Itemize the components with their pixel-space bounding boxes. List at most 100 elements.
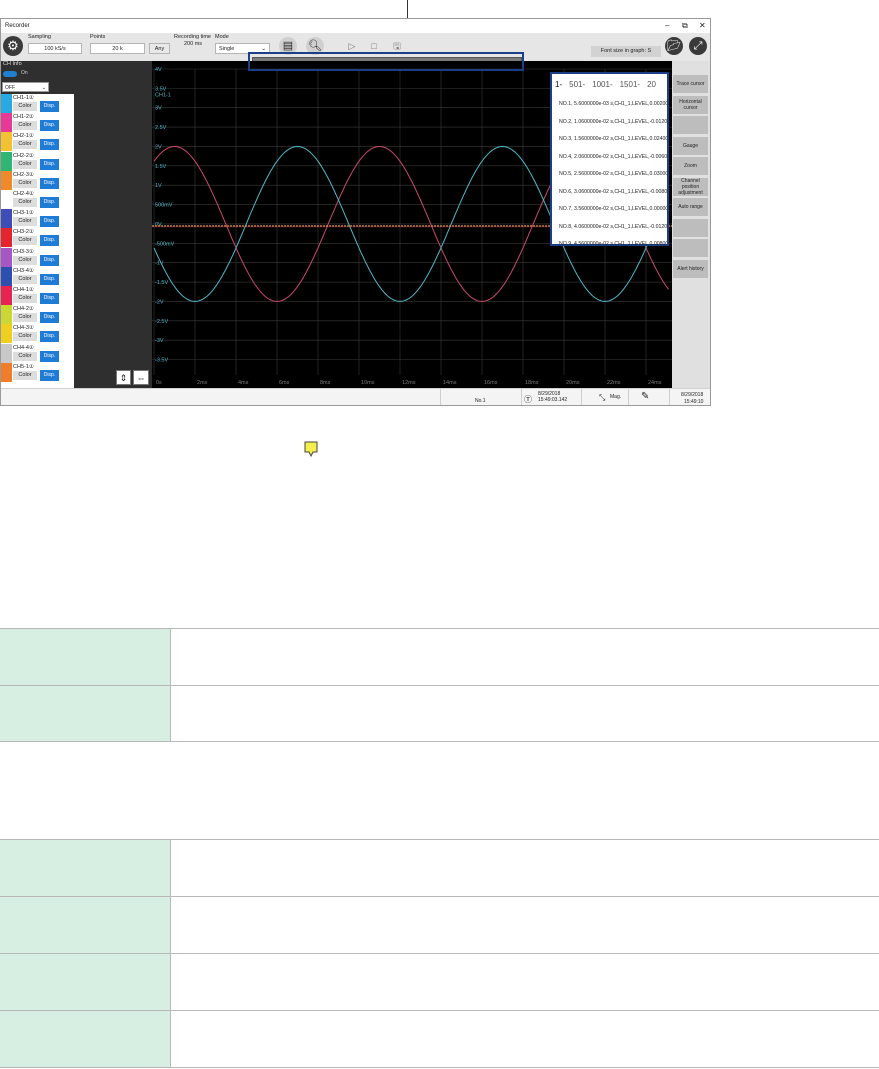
channel-color-button[interactable]: Color (13, 102, 37, 111)
panel-button-empty[interactable] (673, 116, 708, 134)
channel-row: CH3-2① Color Disp. (1, 228, 74, 248)
channel-color-button[interactable]: Color (13, 198, 37, 207)
panel-button-auto-range[interactable]: Auto range (673, 198, 708, 216)
points-label: Points (90, 34, 106, 40)
channel-name: CH2-2① (13, 152, 34, 159)
channel-display-button[interactable]: Disp. (40, 273, 59, 285)
cursor-row[interactable]: NO.3, 1.5600000e-02 s,CH1_1,LEVEL,0.0240… (559, 136, 667, 142)
description-table-1 (0, 628, 879, 742)
panel-button-alert-history[interactable]: Alert history (673, 259, 708, 278)
mode-select-value: Single (219, 46, 235, 52)
settings-gear-icon[interactable]: ⚙ (3, 36, 23, 56)
cursor-page-tab[interactable]: 501- (569, 80, 585, 89)
y-tick-label: -2V (155, 299, 164, 305)
sampling-field[interactable]: 100 kS/s (28, 43, 82, 54)
channel-color-button[interactable]: Color (13, 140, 37, 150)
cursor-row[interactable]: NO.7, 3.5600000e-02 s,CH1_1,LEVEL,0.0000… (559, 206, 667, 212)
channel-filter-select[interactable]: OFF ⌄ (2, 82, 49, 92)
channel-display-button[interactable]: Disp. (40, 158, 59, 170)
cursor-row[interactable]: NO.8, 4.0600000e-02 s,CH1_1,LEVEL,-0.012… (559, 224, 667, 230)
channel-color-swatch (1, 247, 12, 267)
channel-name: CH4-2① (13, 306, 34, 313)
channel-color-swatch (1, 132, 12, 152)
chevron-down-icon: ⌄ (41, 85, 46, 91)
channel-display-button[interactable]: Disp. (40, 101, 59, 112)
cursor-page-tab[interactable]: 1501- (620, 80, 640, 89)
channel-display-button[interactable]: Disp. (40, 331, 59, 343)
y-tick-label: -500mV (155, 241, 175, 247)
horizontal-zoom-arrow-icon[interactable]: ⇔ (133, 370, 149, 385)
trace-cursor-list: 1- 501- 1001- 1501- 20 NO.1, 5.6000000e-03 s… (550, 72, 669, 247)
magnification-label: Mag. (610, 394, 622, 400)
cursor-row[interactable]: NO.9, 4.5600000e-02 s,CH1_1,LEVEL,0.0080… (559, 241, 667, 247)
channel-name: CH1-2① (13, 114, 34, 121)
channel-display-button[interactable]: Disp. (40, 369, 59, 381)
restore-button[interactable]: ⧉ (682, 19, 688, 33)
cursor-row[interactable]: NO.4, 2.0600000e-02 s,CH1_1,LEVEL,-0.006… (559, 154, 667, 160)
channel-name: CH5-1① (13, 363, 34, 370)
channel-color-button[interactable]: Color (13, 313, 37, 323)
channel-display-button[interactable]: Disp. (40, 350, 59, 362)
channel-color-button[interactable]: Color (13, 178, 37, 188)
minimize-button[interactable]: – (665, 19, 669, 33)
panel-button-horizontal-cursor[interactable]: Horizontal cursor (673, 95, 708, 114)
channel-display-button[interactable]: Disp. (40, 197, 59, 208)
channel-color-button[interactable]: Color (13, 255, 37, 265)
channel-display-button[interactable]: Disp. (40, 177, 59, 189)
channel-row: CH3-3① Color Disp. (1, 247, 74, 267)
channel-display-button[interactable]: Disp. (40, 120, 59, 132)
vertical-zoom-arrow-icon[interactable]: ⇕ (116, 370, 131, 385)
x-tick-label: 4ms (238, 380, 249, 386)
channel-color-button[interactable]: Color (13, 121, 37, 131)
panel-button-empty[interactable] (673, 218, 708, 237)
channel-color-button[interactable]: Color (13, 274, 37, 284)
cursor-row[interactable]: NO.6, 3.0600000e-02 s,CH1_1,LEVEL,-0.008… (559, 189, 667, 195)
cursor-row[interactable]: NO.1, 5.6000000e-03 s,CH1_1,LEVEL,0.0020… (559, 101, 667, 107)
panel-button-empty[interactable] (673, 239, 708, 257)
ch-info-title: CH Info (3, 61, 22, 67)
channel-display-button[interactable]: Disp. (40, 139, 59, 151)
channel-color-button[interactable]: Color (13, 332, 37, 342)
channel-color-button[interactable]: Color (13, 351, 37, 361)
cursor-row[interactable]: NO.2, 1.0600000e-02 s,CH1_1,LEVEL,-0.012… (559, 119, 667, 125)
table-row (0, 897, 879, 954)
channel-display-button[interactable]: Disp. (40, 293, 59, 304)
channel-color-swatch (1, 170, 12, 190)
cursor-page-tab[interactable]: 1001- (592, 80, 612, 89)
magnification-icon[interactable]: ⤡ (599, 393, 605, 403)
usb-storage-icon: ✎ (641, 391, 650, 402)
note-icon (304, 441, 318, 457)
panel-button-channel-position-adjustment[interactable]: Channel position adjustment (673, 177, 708, 196)
channel-color-button[interactable]: Color (13, 236, 37, 246)
channel-display-button[interactable]: Disp. (40, 216, 59, 228)
channel-color-button[interactable]: Color (13, 217, 37, 227)
x-tick-label: 14ms (443, 380, 457, 386)
channel-display-button[interactable]: Disp. (40, 312, 59, 324)
font-size-selector[interactable]: Font size in graph: S (591, 46, 661, 57)
panel-button-zoom[interactable]: Zoom (673, 157, 708, 175)
channel-display-button[interactable]: Disp. (40, 235, 59, 247)
fullscreen-expand-icon[interactable]: ⤢ (689, 37, 707, 55)
cursor-page-tab[interactable]: 20 (647, 80, 656, 89)
window-title: Recorder (5, 23, 30, 29)
cursor-row[interactable]: NO.5, 2.5600000e-02 s,CH1_1,LEVEL,0.0300… (559, 171, 667, 177)
panel-button-trace-cursor[interactable]: Trace cursor (673, 75, 708, 93)
channel-row: CH1-1① Color Disp. (1, 94, 74, 113)
y-tick-label: 1.5V (155, 164, 167, 170)
channel-color-button[interactable]: Color (13, 370, 37, 380)
panel-button-gauge[interactable]: Gauge (673, 136, 708, 155)
channel-color-swatch (1, 190, 12, 209)
x-tick-label: 16ms (484, 380, 498, 386)
close-button[interactable]: ✕ (699, 19, 706, 33)
channel-display-button[interactable]: Disp. (40, 254, 59, 266)
channel-row: CH2-3① Color Disp. (1, 170, 74, 190)
points-field[interactable]: 20 k (90, 43, 145, 54)
ch-info-toggle[interactable] (3, 71, 17, 77)
any-button[interactable]: Any (149, 43, 170, 54)
channel-name: CH4-1① (13, 287, 34, 293)
channel-color-button[interactable]: Color (13, 294, 37, 303)
channel-color-button[interactable]: Color (13, 159, 37, 169)
open-folder-icon[interactable]: 📂︎ (665, 37, 683, 55)
channel-color-swatch (1, 113, 12, 133)
cursor-page-tab[interactable]: 1- (555, 80, 562, 89)
